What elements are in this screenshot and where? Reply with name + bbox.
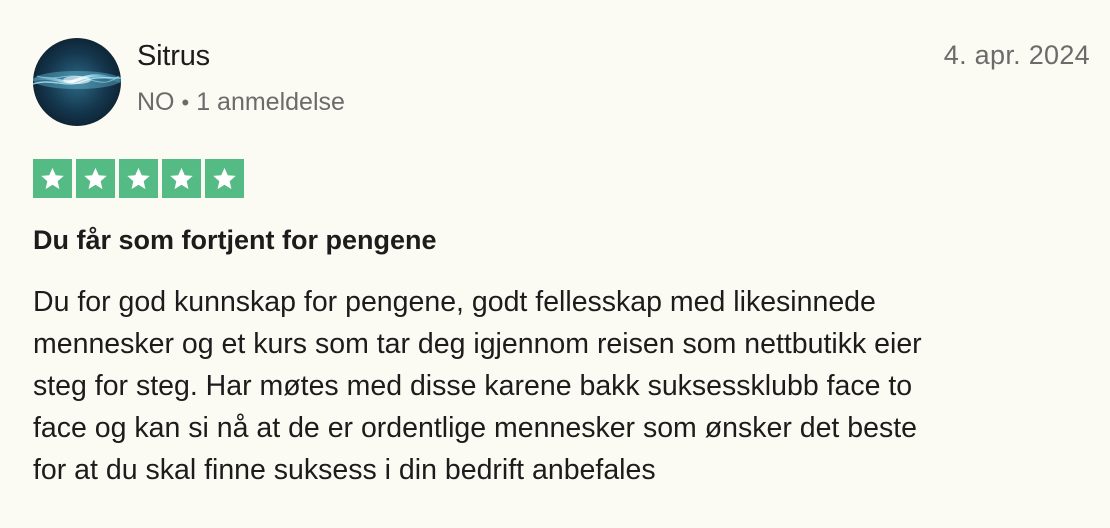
reviewer-country: NO [137,88,175,116]
star-icon [33,159,72,198]
review-card: Sitrus NO • 1 anmeldelse 4. apr. 2024 Du… [0,0,1110,528]
avatar[interactable] [33,38,121,126]
star-icon [76,159,115,198]
review-body: Du for god kunnskap for pengene, godt fe… [33,281,1083,491]
reviewer-meta: NO • 1 anmeldelse [137,88,345,117]
star-icon [162,159,201,198]
review-title[interactable]: Du får som fortjent for pengene [33,225,437,256]
review-body-line: mennesker og et kurs som tar deg igjenno… [33,328,922,360]
meta-separator: • [181,89,190,115]
review-body-line: for at du skal finne suksess i din bedri… [33,454,656,486]
star-icon [119,159,158,198]
avatar-image [33,38,121,126]
review-body-line: steg for steg. Har møtes med disse karen… [33,370,913,402]
review-body-line: Du for god kunnskap for pengene, godt fe… [33,286,876,318]
star-icon [205,159,244,198]
review-date: 4. apr. 2024 [943,40,1090,70]
review-body-line: face og kan si nå at de er ordentlige me… [33,412,917,444]
reviewer-name[interactable]: Sitrus [137,40,210,73]
reviewer-review-count: 1 anmeldelse [196,88,345,116]
star-rating [33,159,244,198]
